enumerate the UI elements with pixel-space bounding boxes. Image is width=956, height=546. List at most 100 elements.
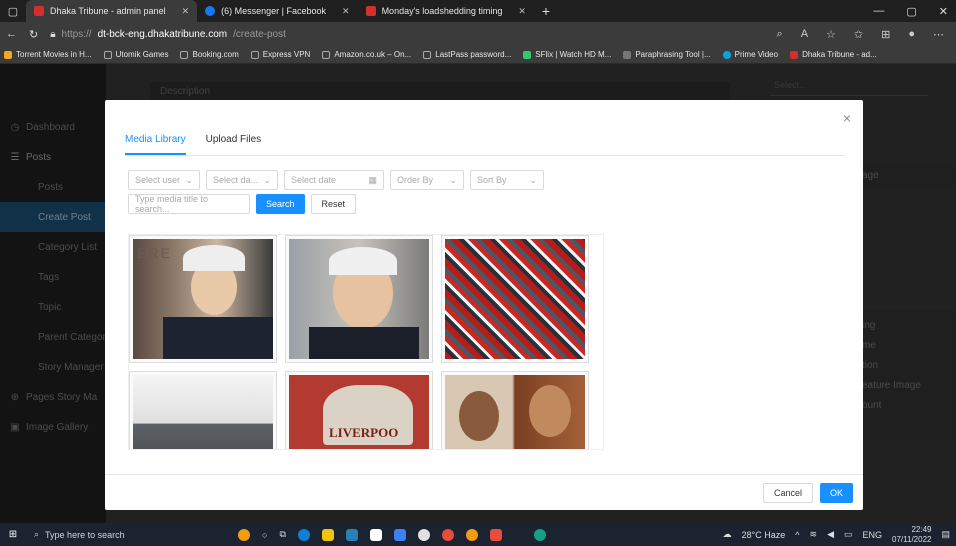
liverpool-sign-lettering: LIVERPOO — [329, 425, 399, 440]
edge-icon[interactable] — [297, 528, 310, 541]
tab-upload-files[interactable]: Upload Files — [206, 134, 262, 155]
ok-button[interactable]: OK — [819, 483, 853, 503]
close-tab-icon[interactable]: ✕ — [518, 6, 526, 17]
select-date-type-dropdown[interactable]: Select da... ⌄ — [206, 170, 278, 190]
back-icon[interactable]: ← — [6, 28, 17, 40]
refresh-icon[interactable]: ↻ — [29, 28, 38, 41]
media-thumbnail[interactable]: LIVERPOO — [285, 371, 433, 449]
dhaka-tribune-favicon-icon — [365, 6, 376, 16]
tab-label: (6) Messenger | Facebook — [221, 6, 327, 16]
order-by-dropdown[interactable]: Order By ⌄ — [390, 170, 464, 190]
bookmark-label: Prime Video — [734, 50, 779, 59]
tab-loadshedding[interactable]: Monday's loadshedding timing ✕ — [358, 0, 534, 22]
windows-start-icon[interactable]: ⊞ — [0, 529, 26, 540]
tab-media-library[interactable]: Media Library — [125, 134, 186, 155]
file-explorer-icon[interactable] — [321, 528, 334, 541]
background-lettering: ERE — [137, 245, 172, 261]
language-indicator[interactable]: ENG — [863, 530, 883, 540]
bookmark-item[interactable]: SFlix | Watch HD M... — [523, 50, 611, 59]
select-date-placeholder: Select date — [291, 175, 337, 185]
battery-icon[interactable]: ▭ — [844, 529, 853, 540]
bookmark-item[interactable]: LastPass password... — [423, 50, 511, 59]
modal-tabs: Media Library Upload Files — [125, 134, 845, 156]
favorite-star-icon[interactable]: ☆ — [826, 28, 836, 41]
more-menu-icon[interactable]: ⋯ — [933, 28, 944, 41]
man-with-glasses-image: ERE — [133, 239, 273, 359]
url-scheme: https:// — [61, 28, 92, 40]
clock[interactable]: 22:49 07/11/2022 — [892, 525, 931, 545]
cancel-button[interactable]: Cancel — [762, 483, 813, 503]
bookmark-item[interactable]: Amazon.co.uk – On... — [322, 50, 411, 59]
industrial-machine-image — [133, 375, 273, 449]
maximize-icon[interactable]: ▢ — [906, 5, 916, 18]
page-icon — [250, 50, 259, 59]
app-icon[interactable] — [393, 528, 406, 541]
sflix-icon — [523, 50, 532, 59]
tab-actions-icon[interactable]: ▢ — [0, 0, 26, 22]
profile-avatar-icon[interactable]: ● — [908, 28, 915, 41]
amazon-icon[interactable] — [369, 528, 382, 541]
close-icon[interactable]: × — [843, 110, 851, 126]
volume-icon[interactable]: ◀ — [827, 529, 834, 540]
notifications-icon[interactable]: ▤ — [941, 529, 950, 540]
address-bar-row: ← ↻ 🔒︎ https:// dt-bck-eng.dhakatribune.c… — [0, 22, 956, 46]
weather-widget-icon[interactable] — [238, 528, 250, 541]
bookmark-label: Utomik Games — [115, 50, 169, 59]
tab-dhaka-tribune[interactable]: Dhaka Tribune - admin panel ✕ — [26, 0, 198, 22]
media-search-input[interactable]: Type media title to search... — [128, 194, 250, 214]
app-icon[interactable] — [533, 528, 546, 541]
minimize-icon[interactable]: — — [873, 5, 884, 18]
favorites-icon[interactable]: ✩ — [854, 28, 863, 41]
bookmark-item[interactable]: Dhaka Tribune - ad... — [790, 50, 877, 59]
bookmark-item[interactable]: Prime Video — [722, 50, 779, 59]
new-tab-button[interactable]: + — [534, 3, 558, 19]
reset-button[interactable]: Reset — [310, 194, 357, 214]
task-view-icon[interactable]: ⧉ — [279, 529, 285, 540]
bookmark-item[interactable]: Utomik Games — [103, 50, 169, 59]
search-button[interactable]: Search — [256, 194, 305, 214]
opera-icon[interactable] — [441, 528, 454, 541]
liverpool-sign-image: LIVERPOO — [289, 375, 429, 449]
select-user-dropdown[interactable]: Select user ⌄ — [128, 170, 200, 190]
select-date-type-placeholder: Select da... — [213, 175, 259, 185]
url-path: /create-post — [233, 28, 286, 40]
bookmark-label: LastPass password... — [435, 50, 512, 59]
search-page-icon[interactable]: ⌕ — [777, 28, 783, 41]
address-field[interactable]: 🔒︎ https:// dt-bck-eng.dhakatribune.com/c… — [50, 29, 764, 40]
bookmark-label: Booking.com — [192, 50, 239, 59]
bookmark-label: SFlix | Watch HD M... — [535, 50, 612, 59]
bookmark-item[interactable]: Booking.com — [180, 50, 239, 59]
close-tab-icon[interactable]: ✕ — [342, 6, 350, 17]
tab-messenger[interactable]: (6) Messenger | Facebook ✕ — [197, 0, 357, 22]
bookmark-label: Torrent Movies in H... — [16, 50, 92, 59]
app-icon[interactable] — [417, 528, 430, 541]
date-picker[interactable]: Select date ▦ — [284, 170, 384, 190]
close-tab-icon[interactable]: ✕ — [182, 6, 190, 17]
man-with-glasses-closeup-image — [289, 239, 429, 359]
cortana-icon[interactable]: ○ — [262, 530, 267, 540]
media-thumbnail[interactable] — [441, 235, 589, 363]
chrome-icon[interactable] — [465, 528, 478, 541]
weather-text[interactable]: 28°C Haze — [742, 530, 786, 540]
page-icon — [103, 50, 112, 59]
read-aloud-icon[interactable]: A — [801, 28, 808, 41]
media-thumbnail[interactable] — [129, 371, 277, 449]
store-icon[interactable] — [345, 528, 358, 541]
bookmark-item[interactable]: Express VPN — [250, 50, 310, 59]
app-icon[interactable] — [489, 528, 502, 541]
bookmark-item[interactable]: Paraphrasing Tool |... — [623, 50, 711, 59]
taskbar-search[interactable]: ⌕ Type here to search — [26, 523, 196, 546]
close-window-icon[interactable]: ✕ — [939, 5, 948, 18]
media-thumbnail[interactable] — [441, 371, 589, 449]
media-thumbnail[interactable] — [285, 235, 433, 363]
bookmark-item[interactable]: Torrent Movies in H... — [4, 50, 92, 59]
sort-by-dropdown[interactable]: Sort By ⌄ — [470, 170, 544, 190]
collections-icon[interactable]: ⊞ — [881, 28, 890, 41]
chevron-down-icon: ⌄ — [263, 174, 271, 185]
media-thumbnail[interactable]: ERE — [129, 235, 277, 363]
network-icon[interactable]: ≋ — [810, 529, 818, 540]
window-controls: — ▢ ✕ — [873, 5, 956, 18]
chevron-up-icon[interactable]: ^ — [795, 530, 799, 540]
dhaka-tribune-favicon-icon — [790, 50, 799, 59]
page-icon — [322, 50, 331, 59]
